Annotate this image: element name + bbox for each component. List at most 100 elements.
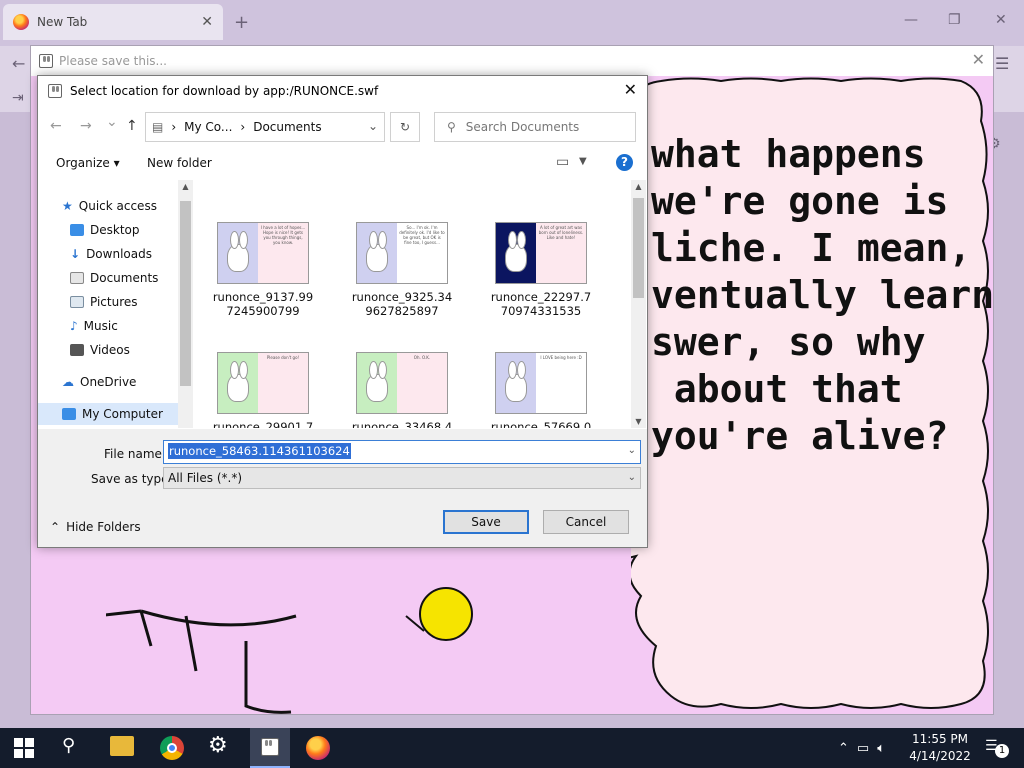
browser-tab[interactable]: New Tab ✕ — [3, 4, 223, 40]
file-item[interactable]: A lot of great art was born out of lonel… — [486, 222, 596, 318]
search-icon[interactable]: ⚲ — [62, 735, 75, 756]
sidebar-item-onedrive[interactable]: ☁ OneDrive — [62, 371, 192, 393]
window-close-button[interactable]: ✕ — [995, 12, 1007, 28]
app-bunny-icon — [39, 54, 53, 68]
app-bunny-icon — [261, 738, 279, 756]
clock-date: 4/14/2022 — [909, 749, 971, 763]
cancel-button[interactable]: Cancel — [543, 510, 629, 534]
breadcrumb-documents[interactable]: Documents — [253, 120, 321, 134]
sidebar-item-label: Music — [83, 319, 118, 333]
settings-icon[interactable]: ⚙ — [208, 733, 228, 758]
breadcrumb-separator: › — [240, 120, 246, 134]
file-list: I have a lot of hopes... Hope is nice! I… — [192, 180, 632, 428]
sidebar-item-documents[interactable]: Documents 📌︎ — [70, 267, 192, 289]
sidebar-item-music[interactable]: ♪ Music — [70, 315, 192, 337]
chevron-down-icon[interactable]: ▼ — [579, 156, 587, 167]
taskbar-clock[interactable]: 11:55 PM 4/14/2022 — [900, 731, 980, 765]
address-bar[interactable]: ▤ › My Co... › Documents ⌄ — [145, 112, 385, 142]
organize-button[interactable]: Organize ▾ — [56, 156, 120, 170]
sidebar-item-my-computer[interactable]: My Computer — [38, 403, 178, 425]
file-item[interactable]: Please don't go! runonce_29901.7 — [208, 352, 318, 428]
app-bunny-icon — [48, 84, 62, 98]
scroll-down-icon[interactable]: ▼ — [631, 417, 646, 426]
windows-start-icon[interactable] — [14, 738, 34, 758]
forward-arrow-icon[interactable]: → — [80, 118, 92, 134]
sidebar-item-downloads[interactable]: ↓ Downloads 📌︎ — [70, 243, 192, 265]
chevron-up-icon[interactable]: ⌃ — [838, 741, 849, 756]
sidebar-item-quick-access[interactable]: ★ Quick access — [62, 195, 192, 217]
new-tab-button[interactable]: + — [234, 12, 249, 33]
chrome-icon[interactable] — [160, 736, 184, 760]
sidebar-item-desktop[interactable]: Desktop 📌︎ — [70, 219, 192, 241]
thumbnail-text: Please don't go! — [258, 353, 308, 413]
scroll-up-icon[interactable]: ▲ — [631, 182, 646, 191]
file-item[interactable]: So... I'm ok. I'm definitely ok. I'd lik… — [347, 222, 457, 318]
sidebar-item-label: Videos — [90, 343, 130, 357]
refresh-icon[interactable]: ↻ — [390, 112, 420, 142]
file-name: runonce_57669.0 — [490, 420, 592, 428]
system-tray: ⌃ ▭ 🔈︎ — [838, 728, 885, 768]
save-file-dialog: Select location for download by app:/RUN… — [37, 75, 648, 548]
scroll-up-icon[interactable]: ▲ — [178, 182, 193, 191]
file-explorer-icon[interactable] — [110, 736, 134, 756]
recent-locations-icon[interactable]: ⌄ — [106, 114, 118, 130]
menu-icon[interactable]: ☰ — [995, 54, 1009, 73]
minimize-button[interactable]: — — [904, 12, 918, 28]
save-type-select[interactable]: All Files (*.*) ⌄ — [163, 467, 641, 489]
save-button[interactable]: Save — [443, 510, 529, 534]
runonce-app-button[interactable] — [250, 728, 290, 768]
firefox-icon[interactable] — [306, 736, 330, 760]
cloud-icon: ☁ — [62, 375, 74, 389]
nav-scrollbar-thumb[interactable] — [180, 201, 191, 386]
documents-icon — [70, 272, 84, 284]
dialog-titlebar: Select location for download by app:/RUN… — [38, 76, 647, 106]
file-name-label: File name: — [104, 447, 166, 461]
folder-icon: ▤ — [152, 120, 164, 134]
videos-icon — [70, 344, 84, 356]
chevron-down-icon: ⌄ — [627, 472, 636, 483]
dialog-title: Select location for download by app:/RUN… — [70, 84, 379, 98]
bunny-icon — [227, 231, 249, 272]
dialog-toolbar: Organize ▾ New folder ▭ ▼ ? — [38, 148, 647, 178]
tab-close-icon[interactable]: ✕ — [201, 14, 213, 30]
chevron-down-icon[interactable]: ⌄ — [628, 445, 636, 456]
save-type-value: All Files (*.*) — [168, 471, 243, 485]
network-icon[interactable]: ▭ — [857, 741, 869, 756]
thumbnail-bg — [218, 223, 258, 283]
volume-icon[interactable]: 🔈︎ — [877, 741, 885, 756]
new-folder-button[interactable]: New folder — [147, 156, 212, 170]
file-thumbnail: Oh. O.K. — [356, 352, 448, 414]
chevron-down-icon[interactable]: ⌄ — [368, 119, 378, 133]
file-item[interactable]: I LOVE being here :D runonce_57669.0 — [486, 352, 596, 428]
sidebar-item-label: Pictures — [90, 295, 138, 309]
up-folder-icon[interactable]: ↑ — [126, 118, 138, 134]
taskbar: ⚲ ⚙ ⌃ ▭ 🔈︎ 11:55 PM 4/14/2022 ☰ 1 — [0, 728, 1024, 768]
search-placeholder: Search Documents — [465, 120, 580, 134]
sidebar-item-videos[interactable]: Videos — [70, 339, 192, 361]
search-input[interactable]: ⚲ Search Documents — [434, 112, 636, 142]
firefox-icon — [13, 14, 29, 30]
view-options-icon[interactable]: ▭ — [556, 154, 569, 170]
file-item[interactable]: I have a lot of hopes... Hope is nice! I… — [208, 222, 318, 318]
file-thumbnail: Please don't go! — [217, 352, 309, 414]
dialog-close-icon[interactable]: ✕ — [624, 80, 637, 99]
sidebar-item-pictures[interactable]: Pictures 📌︎ — [70, 291, 192, 313]
breadcrumb-my-computer[interactable]: My Co... — [184, 120, 232, 134]
restore-button[interactable]: ❐ — [948, 12, 961, 28]
bunny-icon — [227, 361, 249, 402]
thumbnail-bg — [357, 223, 397, 283]
back-icon[interactable]: ← — [12, 54, 25, 73]
file-item[interactable]: Oh. O.K. runonce_33468.4 — [347, 352, 457, 428]
sidebar-item-label: My Computer — [82, 407, 163, 421]
notification-icon[interactable]: ☰ 1 — [985, 738, 1009, 758]
help-icon[interactable]: ? — [616, 154, 633, 171]
file-name-input[interactable]: runonce_58463.114361103624 ⌄ — [163, 440, 641, 464]
file-scrollbar-thumb[interactable] — [633, 198, 644, 298]
popup-close-icon[interactable]: ✕ — [972, 50, 985, 69]
hide-folders-toggle[interactable]: ⌃ Hide Folders — [50, 520, 141, 534]
tab-title: New Tab — [37, 15, 88, 29]
thumbnail-bg — [496, 353, 536, 413]
sign-in-icon[interactable]: ⇥ — [12, 90, 24, 106]
breadcrumb-separator: › — [171, 120, 177, 134]
back-arrow-icon[interactable]: ← — [50, 118, 62, 134]
